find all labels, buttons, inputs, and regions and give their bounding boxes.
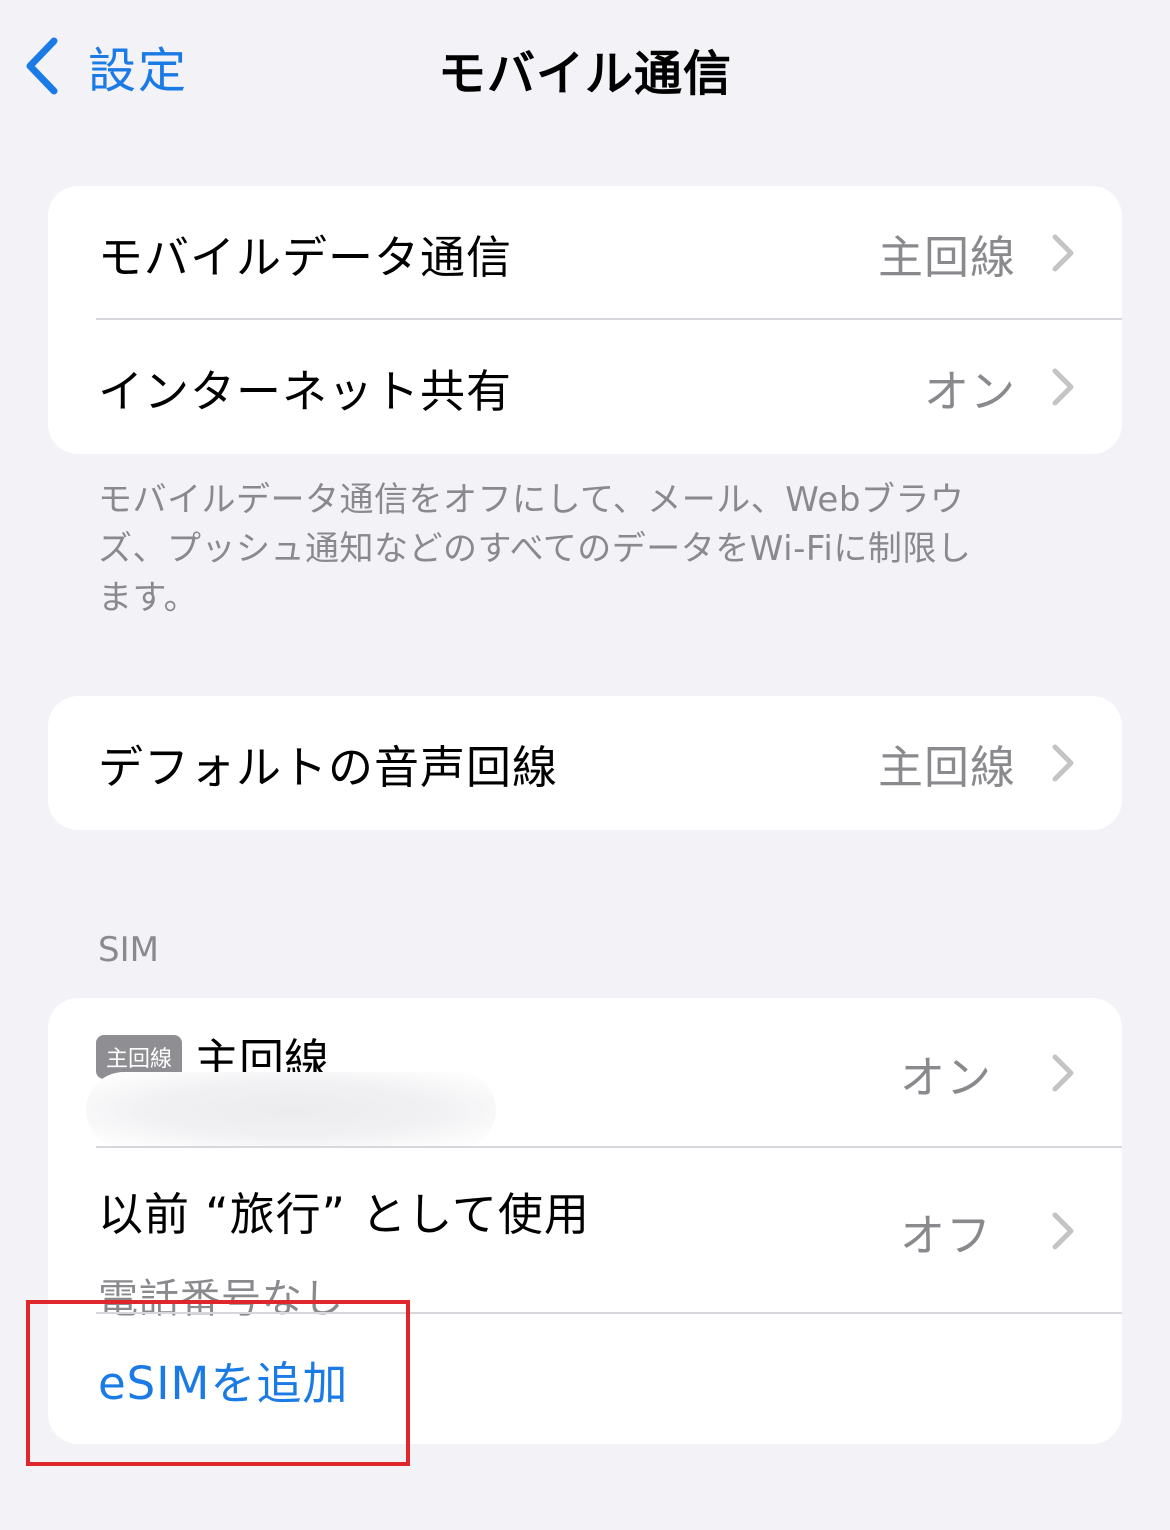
highlight-box [26,1300,410,1466]
chevron-right-icon [1052,744,1074,782]
redacted-phone-number [86,1072,496,1148]
row-value: オン [923,364,1016,418]
row-value: 主回線 [877,230,1016,284]
row-personal-hotspot[interactable]: インターネット共有 オン [48,320,1122,454]
mobile-data-group: モバイルデータ通信 主回線 インターネット共有 オン [48,186,1122,454]
row-label: デフォルトの音声回線 [98,740,559,794]
voice-line-group: デフォルトの音声回線 主回線 [48,696,1122,830]
sim-section-header: SIM [98,930,159,970]
row-label: 以前 “旅行” として使用 [98,1188,590,1241]
row-mobile-data[interactable]: モバイルデータ通信 主回線 [48,186,1122,320]
row-value: オフ [899,1208,992,1262]
row-label: モバイルデータ通信 [98,230,513,284]
row-value: 主回線 [877,740,1016,794]
row-previous-sim[interactable]: 以前 “旅行” として使用 電話番号なし オフ [48,1148,1122,1322]
row-label: インターネット共有 [98,364,513,418]
settings-page: 設定 モバイル通信 モバイルデータ通信 主回線 インターネット共有 オン モバイ… [0,0,1170,1530]
chevron-right-icon [1052,368,1074,406]
mobile-data-footer-note: モバイルデータ通信をオフにして、メール、Webブラウズ、プッシュ通知などのすべて… [98,480,972,618]
chevron-right-icon [1052,1054,1074,1092]
chevron-right-icon [1052,234,1074,272]
row-value: オン [899,1050,992,1104]
navigation-bar: 設定 モバイル通信 [0,0,1170,140]
row-default-voice-line[interactable]: デフォルトの音声回線 主回線 [48,696,1122,830]
chevron-right-icon [1052,1212,1074,1250]
row-primary-sim[interactable]: 主回線 主回線 オン [48,998,1122,1148]
page-title: モバイル通信 [437,46,732,102]
